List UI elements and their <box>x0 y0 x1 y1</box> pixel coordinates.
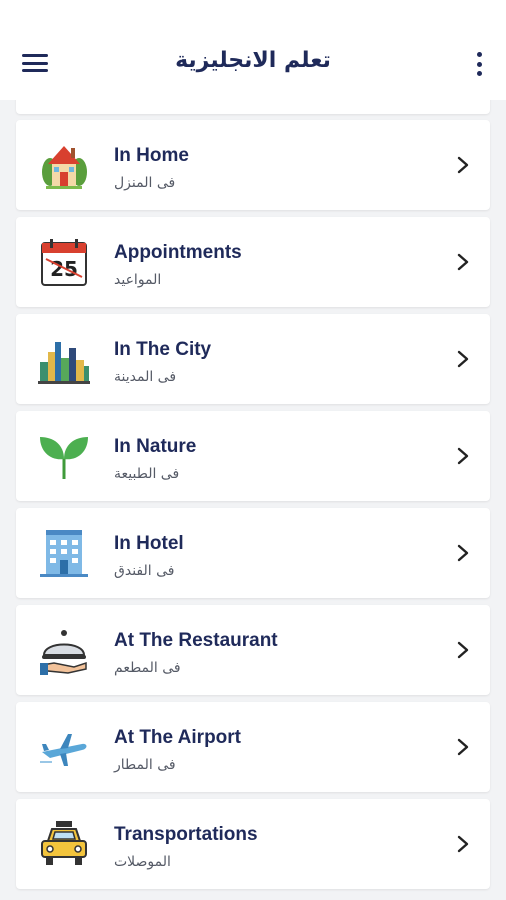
sprout-icon <box>38 431 90 483</box>
category-subtitle: فى المطار <box>114 757 176 773</box>
category-title: Appointments <box>114 242 242 263</box>
category-subtitle: فى الطبيعة <box>114 466 180 482</box>
category-card-transportations[interactable]: Transportations الموصلات <box>16 799 490 889</box>
category-title: At The Restaurant <box>114 630 278 651</box>
category-card-at-the-airport[interactable]: At The Airport فى المطار <box>16 702 490 792</box>
category-subtitle: المواعيد <box>114 272 162 288</box>
page-title: تعلم الانجليزية <box>175 48 331 73</box>
category-card-at-the-restaurant[interactable]: At The Restaurant فى المطعم <box>16 605 490 695</box>
chevron-right-icon <box>456 835 470 853</box>
category-subtitle: فى المطعم <box>114 660 181 676</box>
airplane-icon <box>38 722 90 774</box>
category-title: Transportations <box>114 824 258 845</box>
hotel-icon <box>38 528 90 580</box>
chevron-right-icon <box>456 156 470 174</box>
category-list[interactable]: In Home فى المنزل 25 Appointments المواع… <box>0 100 506 900</box>
category-subtitle: فى المنزل <box>114 175 176 191</box>
category-subtitle: الموصلات <box>114 854 171 870</box>
category-subtitle: فى المدينة <box>114 369 177 385</box>
chevron-right-icon <box>456 253 470 271</box>
city-skyline-icon <box>38 334 90 386</box>
taxi-icon <box>38 819 90 871</box>
chevron-right-icon <box>456 641 470 659</box>
more-vertical-icon[interactable] <box>474 52 484 76</box>
category-title: In Nature <box>114 436 197 457</box>
category-title: In Hotel <box>114 533 184 554</box>
category-subtitle: فى الفندق <box>114 563 175 579</box>
chevron-right-icon <box>456 544 470 562</box>
chevron-right-icon <box>456 350 470 368</box>
calendar-icon: 25 <box>38 237 90 289</box>
house-icon <box>38 140 90 192</box>
category-card-in-nature[interactable]: In Nature فى الطبيعة <box>16 411 490 501</box>
category-title: In The City <box>114 339 212 360</box>
app-bar: تعلم الانجليزية <box>0 0 506 100</box>
category-card-in-the-city[interactable]: In The City فى المدينة <box>16 314 490 404</box>
category-card-in-hotel[interactable]: In Hotel فى الفندق <box>16 508 490 598</box>
category-card-in-home[interactable]: In Home فى المنزل <box>16 120 490 210</box>
chevron-right-icon <box>456 738 470 756</box>
category-title: In Home <box>114 145 189 166</box>
list-item-partial[interactable] <box>16 100 490 114</box>
chevron-right-icon <box>456 447 470 465</box>
serving-cloche-icon <box>38 625 90 677</box>
category-title: At The Airport <box>114 727 242 748</box>
category-card-appointments[interactable]: 25 Appointments المواعيد <box>16 217 490 307</box>
